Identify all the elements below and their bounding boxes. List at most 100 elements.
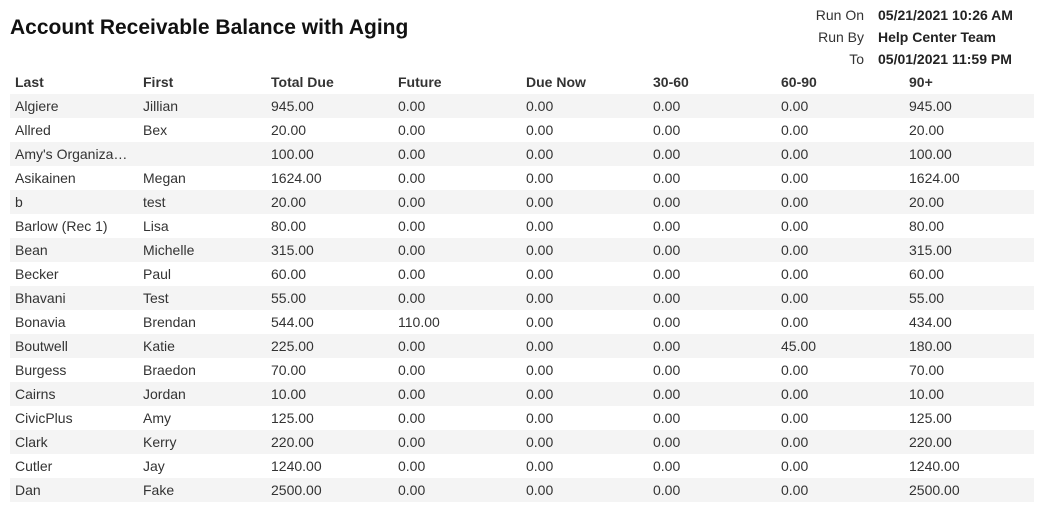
table-cell-future: 0.00 xyxy=(393,382,521,406)
table-cell-first xyxy=(138,142,266,166)
table-cell-30-60: 0.00 xyxy=(648,430,776,454)
table-cell-last: Bean xyxy=(10,238,138,262)
table-cell-due-now: 0.00 xyxy=(521,430,648,454)
table-cell-total-due: 225.00 xyxy=(266,334,393,358)
table-cell-90: 20.00 xyxy=(904,118,1034,142)
table-cell-total-due: 10.00 xyxy=(266,382,393,406)
report-title: Account Receivable Balance with Aging xyxy=(10,16,409,39)
table-row: b test 20.00 0.00 0.00 0.00 0.00 20.00 xyxy=(10,190,1034,214)
table-cell-last: Boutwell xyxy=(10,334,138,358)
meta-label: Run On xyxy=(815,7,864,23)
table-cell-first: Test xyxy=(138,286,266,310)
table-cell-first: test xyxy=(138,190,266,214)
table-body: Algiere Jillian 945.00 0.00 0.00 0.00 0.00 945.… xyxy=(10,94,1034,502)
table-cell-first: Brendan xyxy=(138,310,266,334)
table-cell-last: Algiere xyxy=(10,94,138,118)
column-header-first[interactable]: First xyxy=(138,70,266,94)
table-row: Cutler Jay 1240.00 0.00 0.00 0.00 0.00 1240.00 xyxy=(10,454,1034,478)
table-cell-90: 10.00 xyxy=(904,382,1034,406)
table-cell-90: 434.00 xyxy=(904,310,1034,334)
table-cell-60-90: 0.00 xyxy=(776,94,904,118)
table-cell-60-90: 0.00 xyxy=(776,118,904,142)
table-cell-30-60: 0.00 xyxy=(648,190,776,214)
table-cell-due-now: 0.00 xyxy=(521,454,648,478)
table-cell-90: 70.00 xyxy=(904,358,1034,382)
table-cell-30-60: 0.00 xyxy=(648,142,776,166)
table-cell-future: 0.00 xyxy=(393,262,521,286)
table-cell-60-90: 45.00 xyxy=(776,334,904,358)
aging-table: Last First Total Due Future Due Now 30-60 60-9… xyxy=(10,70,1034,502)
table-cell-total-due: 80.00 xyxy=(266,214,393,238)
table-cell-60-90: 0.00 xyxy=(776,238,904,262)
table-cell-first: Fake xyxy=(138,478,266,502)
table-cell-total-due: 1624.00 xyxy=(266,166,393,190)
table-row: CivicPlus Amy 125.00 0.00 0.00 0.00 0.00 125.00 xyxy=(10,406,1034,430)
column-header-60-90[interactable]: 60-90 xyxy=(776,70,904,94)
table-cell-30-60: 0.00 xyxy=(648,454,776,478)
table-cell-due-now: 0.00 xyxy=(521,334,648,358)
table-cell-total-due: 20.00 xyxy=(266,190,393,214)
table-cell-first: Jordan xyxy=(138,382,266,406)
table-cell-due-now: 0.00 xyxy=(521,358,648,382)
table-cell-future: 0.00 xyxy=(393,190,521,214)
table-cell-total-due: 220.00 xyxy=(266,430,393,454)
table-cell-future: 0.00 xyxy=(393,118,521,142)
table-cell-due-now: 0.00 xyxy=(521,214,648,238)
table-cell-60-90: 0.00 xyxy=(776,406,904,430)
table-cell-90: 945.00 xyxy=(904,94,1034,118)
table-cell-total-due: 1240.00 xyxy=(266,454,393,478)
table-cell-due-now: 0.00 xyxy=(521,262,648,286)
table-cell-due-now: 0.00 xyxy=(521,286,648,310)
table-row: Clark Kerry 220.00 0.00 0.00 0.00 0.00 220.00 xyxy=(10,430,1034,454)
column-header-due-now[interactable]: Due Now xyxy=(521,70,648,94)
table-cell-total-due: 55.00 xyxy=(266,286,393,310)
table-cell-last: Clark xyxy=(10,430,138,454)
table-cell-30-60: 0.00 xyxy=(648,310,776,334)
table-cell-last: Asikainen xyxy=(10,166,138,190)
table-cell-30-60: 0.00 xyxy=(648,94,776,118)
table-cell-due-now: 0.00 xyxy=(521,238,648,262)
table-row: Barlow (Rec 1) Lisa 80.00 0.00 0.00 0.00 0.00 8… xyxy=(10,214,1034,238)
meta-label: To xyxy=(849,51,864,67)
table-cell-60-90: 0.00 xyxy=(776,262,904,286)
table-cell-due-now: 0.00 xyxy=(521,142,648,166)
table-cell-future: 0.00 xyxy=(393,238,521,262)
table-cell-90: 100.00 xyxy=(904,142,1034,166)
column-header-90[interactable]: 90+ xyxy=(904,70,1034,94)
table-cell-30-60: 0.00 xyxy=(648,262,776,286)
table-cell-30-60: 0.00 xyxy=(648,478,776,502)
table-cell-total-due: 2500.00 xyxy=(266,478,393,502)
table-cell-due-now: 0.00 xyxy=(521,166,648,190)
table-cell-last: Burgess xyxy=(10,358,138,382)
table-cell-30-60: 0.00 xyxy=(648,286,776,310)
table-cell-last: Becker xyxy=(10,262,138,286)
column-header-last[interactable]: Last xyxy=(10,70,138,94)
table-cell-total-due: 315.00 xyxy=(266,238,393,262)
table-cell-90: 1240.00 xyxy=(904,454,1034,478)
table-cell-90: 80.00 xyxy=(904,214,1034,238)
table-cell-60-90: 0.00 xyxy=(776,142,904,166)
table-row: Burgess Braedon 70.00 0.00 0.00 0.00 0.00 70.00 xyxy=(10,358,1034,382)
table-cell-total-due: 70.00 xyxy=(266,358,393,382)
table-cell-first: Megan xyxy=(138,166,266,190)
table-cell-future: 0.00 xyxy=(393,430,521,454)
table-cell-30-60: 0.00 xyxy=(648,358,776,382)
column-header-30-60[interactable]: 30-60 xyxy=(648,70,776,94)
table-cell-60-90: 0.00 xyxy=(776,190,904,214)
table-cell-last: Cairns xyxy=(10,382,138,406)
table-cell-30-60: 0.00 xyxy=(648,334,776,358)
column-header-total-due[interactable]: Total Due xyxy=(266,70,393,94)
column-header-future[interactable]: Future xyxy=(393,70,521,94)
table-cell-last: Allred xyxy=(10,118,138,142)
table-cell-30-60: 0.00 xyxy=(648,238,776,262)
table-cell-future: 0.00 xyxy=(393,94,521,118)
table-cell-total-due: 544.00 xyxy=(266,310,393,334)
table-row: Cairns Jordan 10.00 0.00 0.00 0.00 0.00 10.00 xyxy=(10,382,1034,406)
meta-run-by: Run By Help Center Team xyxy=(760,26,1030,48)
table-cell-60-90: 0.00 xyxy=(776,382,904,406)
table-cell-first: Paul xyxy=(138,262,266,286)
table-cell-first: Braedon xyxy=(138,358,266,382)
table-cell-due-now: 0.00 xyxy=(521,190,648,214)
table-cell-90: 55.00 xyxy=(904,286,1034,310)
table-cell-first: Kerry xyxy=(138,430,266,454)
